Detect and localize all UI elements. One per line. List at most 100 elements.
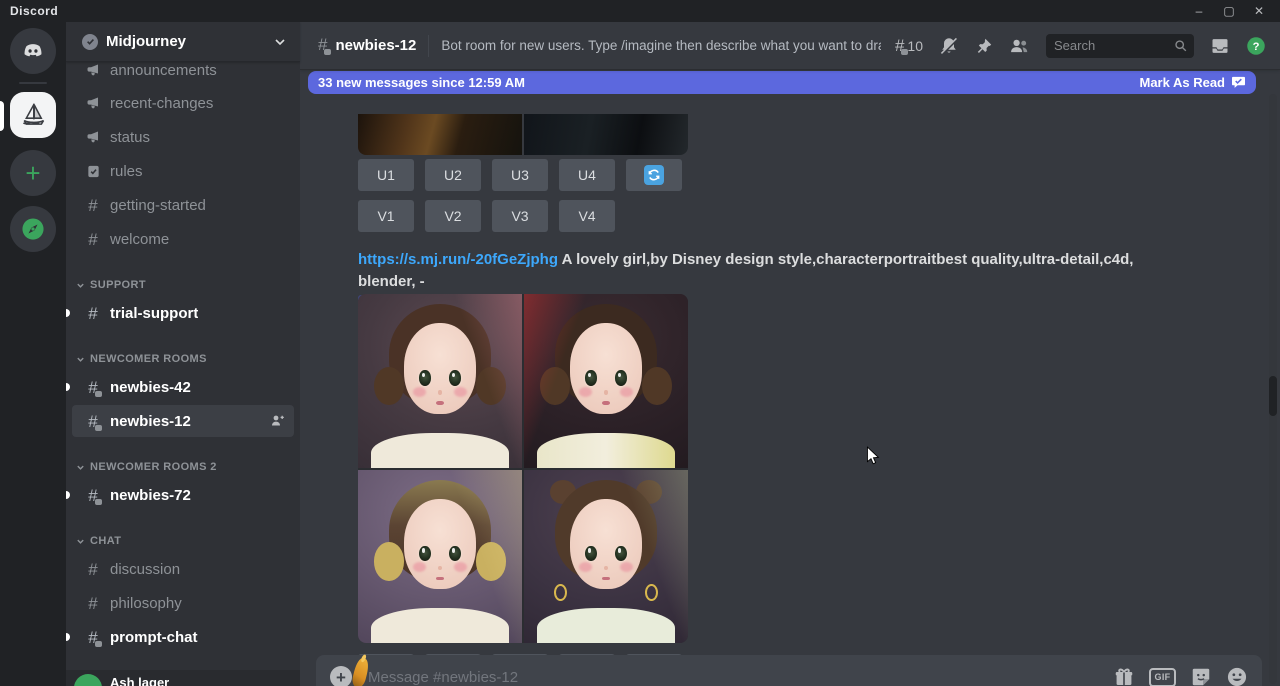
emoji-button[interactable] xyxy=(1226,666,1248,686)
v3-button[interactable]: V3 xyxy=(492,200,548,232)
channel-sidebar: Midjourney announcements recent-changes … xyxy=(66,22,300,686)
category-support[interactable]: SUPPORT xyxy=(76,273,290,297)
image-quadrant-3[interactable] xyxy=(358,470,522,644)
create-invite-icon[interactable] xyxy=(270,413,286,429)
pinned-messages-button[interactable] xyxy=(975,37,993,55)
sticker-button[interactable] xyxy=(1190,666,1212,686)
channel-announcements[interactable]: announcements xyxy=(72,63,294,86)
category-newcomer-rooms-2[interactable]: NEWCOMER ROOMS 2 xyxy=(76,455,290,479)
channel-status[interactable]: status xyxy=(72,121,294,153)
inbox-icon xyxy=(1210,36,1230,56)
channel-prompt-chat[interactable]: prompt-chat xyxy=(72,621,294,653)
channel-partial[interactable] xyxy=(72,651,294,653)
new-messages-text: 33 new messages since 12:59 AM xyxy=(318,75,525,90)
unread-indicator xyxy=(66,491,70,499)
explore-servers-button[interactable] xyxy=(10,206,56,252)
header-divider xyxy=(428,35,429,57)
u4-button[interactable]: U4 xyxy=(559,159,615,191)
image-quadrant-4[interactable] xyxy=(524,470,688,644)
generated-image-grid[interactable] xyxy=(358,294,688,643)
channel-name: getting-started xyxy=(110,197,206,214)
server-name: Midjourney xyxy=(106,33,274,50)
maximize-button[interactable]: ▢ xyxy=(1214,0,1244,22)
upscale-buttons-row: U1 U2 U3 U4 xyxy=(358,159,682,191)
v4-button[interactable]: V4 xyxy=(559,200,615,232)
channel-name: welcome xyxy=(110,231,169,248)
help-button[interactable]: ? xyxy=(1246,36,1266,56)
image-quadrant xyxy=(524,114,688,155)
chat-scrollbar[interactable] xyxy=(1269,94,1277,684)
username: Ash lager xyxy=(110,675,169,686)
chat-area: newbies-12 Bot room for new users. Type … xyxy=(300,22,1280,686)
channel-newbies-42[interactable]: newbies-42 xyxy=(72,371,294,403)
rules-icon xyxy=(82,164,104,179)
search-input[interactable]: Search xyxy=(1046,34,1194,58)
avatar[interactable] xyxy=(74,674,102,686)
channel-list[interactable]: announcements recent-changes status rule… xyxy=(66,63,300,653)
chevron-down-icon xyxy=(76,355,85,364)
new-messages-bar[interactable]: 33 new messages since 12:59 AM Mark As R… xyxy=(308,71,1256,94)
user-panel[interactable]: Ash lager xyxy=(66,670,300,686)
app-title: Discord xyxy=(10,4,58,18)
member-list-button[interactable] xyxy=(1009,36,1030,56)
channel-newbies-12[interactable]: newbies-12 xyxy=(72,405,294,437)
rerun-button[interactable] xyxy=(626,159,682,191)
server-header[interactable]: Midjourney xyxy=(66,22,300,62)
unread-indicator xyxy=(66,309,70,317)
prompt-link[interactable]: https://s.mj.run/-20fGeZjphg xyxy=(358,251,558,268)
category-chat[interactable]: CHAT xyxy=(76,529,290,553)
channel-title: newbies-12 xyxy=(335,37,416,54)
titlebar: Discord – ▢ ✕ xyxy=(0,0,1280,22)
channel-trial-support[interactable]: trial-support xyxy=(72,297,294,329)
hash-thread-icon xyxy=(82,629,104,646)
channel-philosophy[interactable]: philosophy xyxy=(72,587,294,619)
v1-button[interactable]: V1 xyxy=(358,200,414,232)
bell-slash-icon xyxy=(939,36,959,56)
category-newcomer-rooms[interactable]: NEWCOMER ROOMS xyxy=(76,347,290,371)
channel-name: rules xyxy=(110,163,143,180)
message-input[interactable]: Message #newbies-12 xyxy=(368,669,1113,686)
chevron-down-icon xyxy=(76,537,85,546)
selected-server-pill xyxy=(0,101,4,131)
category-label: NEWCOMER ROOMS 2 xyxy=(90,461,217,473)
threads-button[interactable]: 10 xyxy=(895,37,923,54)
v2-button[interactable]: V2 xyxy=(425,200,481,232)
mouse-cursor xyxy=(866,446,880,466)
u1-button[interactable]: U1 xyxy=(358,159,414,191)
inbox-button[interactable] xyxy=(1210,36,1230,56)
u2-button[interactable]: U2 xyxy=(425,159,481,191)
message-list[interactable]: U1 U2 U3 U4 V1 V2 V3 V4 https://s.mj.run… xyxy=(300,70,1266,686)
gift-icon xyxy=(1113,666,1135,686)
add-server-button[interactable]: + xyxy=(10,150,56,196)
sticker-icon xyxy=(1190,666,1212,686)
members-icon xyxy=(1009,36,1030,56)
gift-button[interactable] xyxy=(1113,666,1135,686)
mark-as-read-button[interactable]: Mark As Read xyxy=(1140,75,1247,90)
mark-as-read-label: Mark As Read xyxy=(1140,75,1226,90)
category-label: CHAT xyxy=(90,535,121,547)
attach-button[interactable]: + xyxy=(330,666,352,686)
channel-name: discussion xyxy=(110,561,180,578)
close-button[interactable]: ✕ xyxy=(1244,0,1274,22)
message-composer[interactable]: + Message #newbies-12 GIF xyxy=(316,655,1262,686)
image-quadrant-2[interactable] xyxy=(524,294,688,468)
discord-home-button[interactable] xyxy=(10,28,56,74)
unread-indicator xyxy=(66,383,70,391)
channel-rules[interactable]: rules xyxy=(72,155,294,187)
scrollbar-thumb[interactable] xyxy=(1269,376,1277,416)
previous-message-image[interactable] xyxy=(358,114,688,155)
hash-icon xyxy=(82,595,104,612)
channel-topic[interactable]: Bot room for new users. Type /imagine th… xyxy=(441,38,881,53)
midjourney-server-button[interactable] xyxy=(10,92,56,138)
u3-button[interactable]: U3 xyxy=(492,159,548,191)
notifications-muted-button[interactable] xyxy=(939,36,959,56)
image-quadrant-1[interactable] xyxy=(358,294,522,468)
channel-getting-started[interactable]: getting-started xyxy=(72,189,294,221)
channel-recent-changes[interactable]: recent-changes xyxy=(72,87,294,119)
minimize-button[interactable]: – xyxy=(1184,0,1214,22)
gif-button[interactable]: GIF xyxy=(1149,668,1176,686)
category-label: NEWCOMER ROOMS xyxy=(90,353,207,365)
channel-discussion[interactable]: discussion xyxy=(72,553,294,585)
channel-welcome[interactable]: welcome xyxy=(72,223,294,255)
channel-newbies-72[interactable]: newbies-72 xyxy=(72,479,294,511)
